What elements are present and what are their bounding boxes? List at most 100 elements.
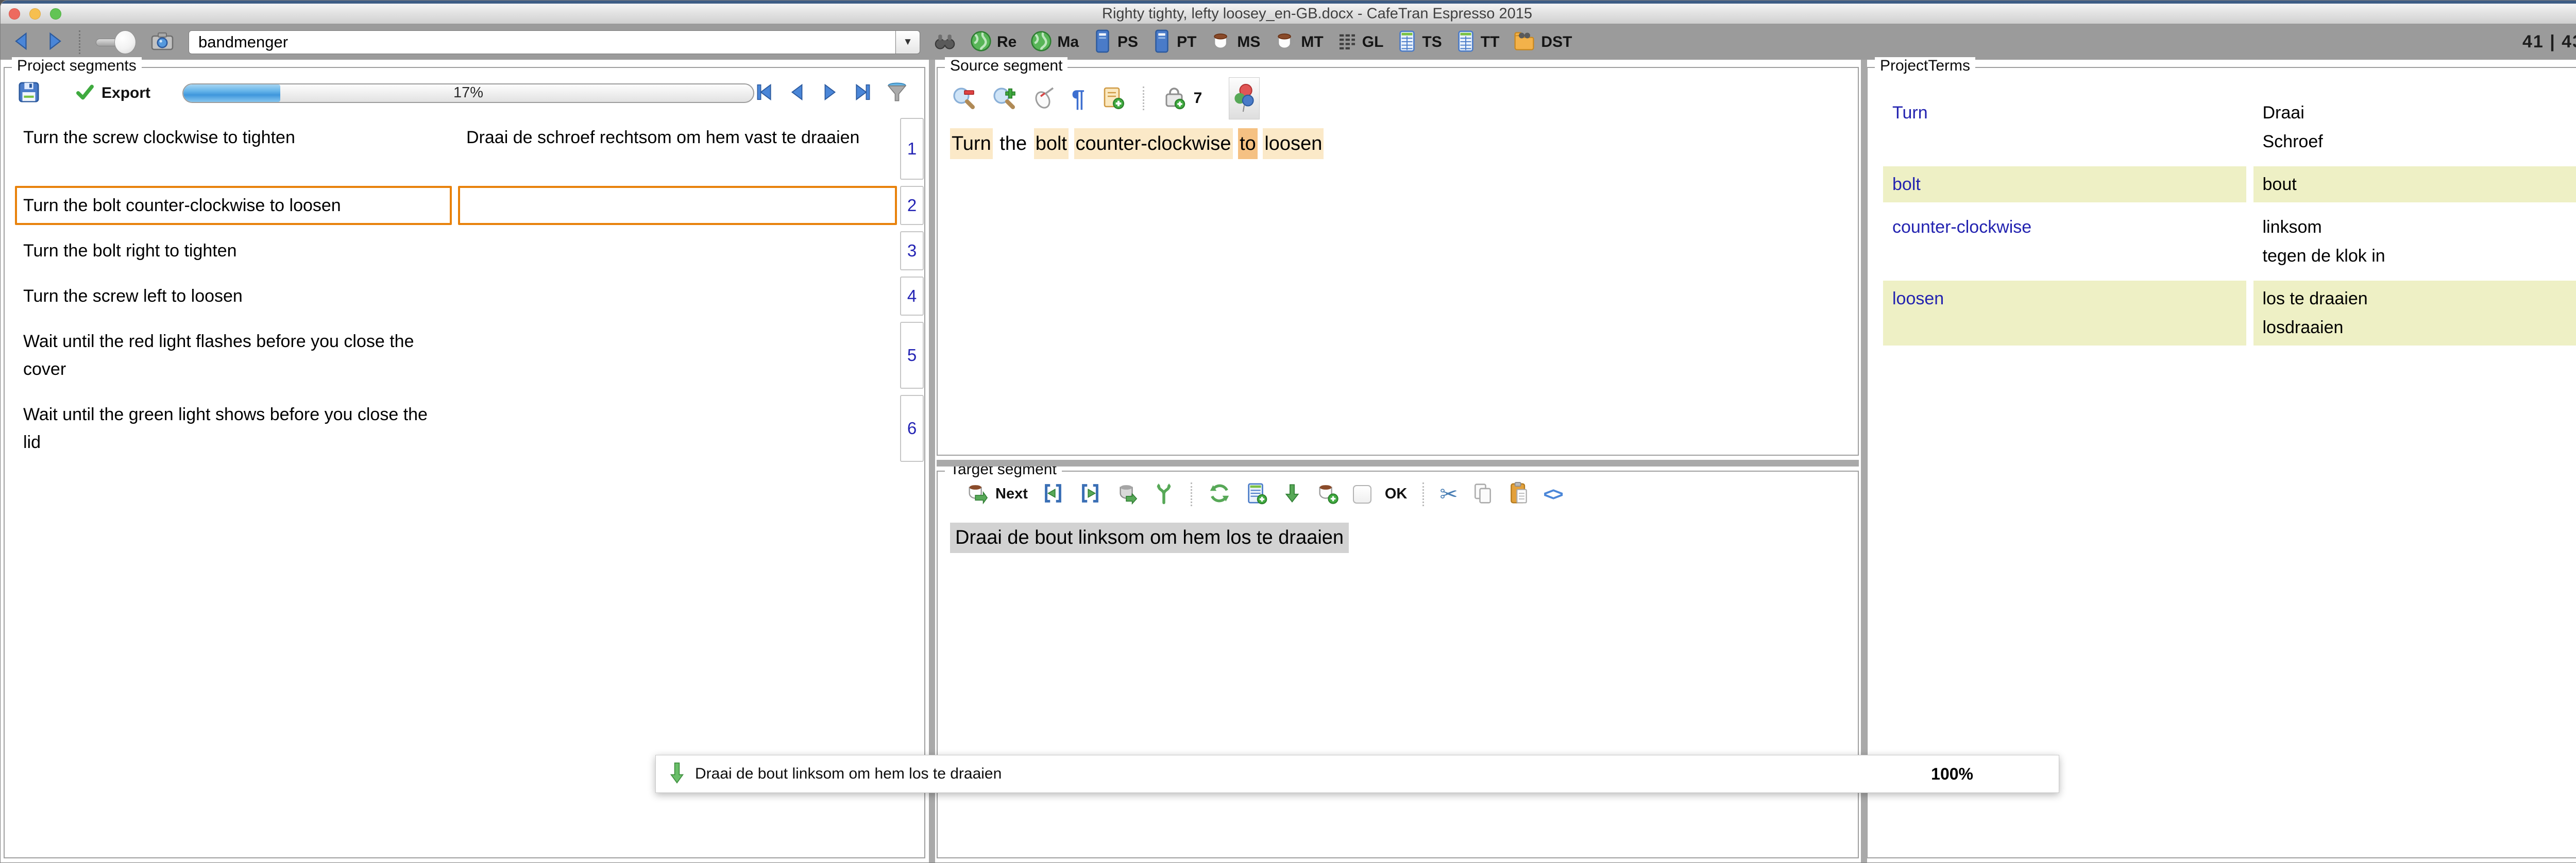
translate-segment-button[interactable] <box>1115 481 1139 507</box>
segment-number[interactable]: 2 <box>900 186 924 225</box>
search-dropdown-button[interactable]: ▼ <box>895 30 920 54</box>
forward-button[interactable] <box>45 31 63 53</box>
toolbar-button-dst[interactable]: DST <box>1513 30 1572 54</box>
vertical-splitter[interactable] <box>929 60 935 862</box>
target-cell[interactable] <box>458 277 897 316</box>
toolbar-button-gl[interactable]: GL <box>1337 31 1384 53</box>
paste-icon <box>1507 481 1530 507</box>
table-row[interactable]: Wait until the green light shows before … <box>15 395 924 462</box>
memory-matches-button[interactable] <box>1162 85 1187 112</box>
table-row[interactable]: Turn the screw left to loosen 4 <box>15 277 924 316</box>
resources-toggle-button[interactable] <box>1229 77 1260 119</box>
previous-segment-button[interactable] <box>787 82 807 103</box>
search-input[interactable] <box>189 30 895 54</box>
toggle-ball-icon <box>114 30 136 54</box>
new-fragment-button[interactable] <box>1100 85 1125 112</box>
vertical-splitter[interactable] <box>1861 60 1867 862</box>
table-row-active[interactable]: Turn the bolt counter-clockwise to loose… <box>15 186 924 225</box>
ok-checkbox[interactable] <box>1353 485 1371 504</box>
toolbar-button-re[interactable]: Re <box>970 30 1016 54</box>
term-target[interactable]: bout <box>2253 166 2576 202</box>
source-cell[interactable]: Wait until the red light flashes before … <box>15 322 452 389</box>
source-cell[interactable]: Turn the screw left to loosen <box>15 277 452 316</box>
mouse-dictation-button[interactable] <box>1031 85 1056 112</box>
toolbar-button-pt[interactable]: PT <box>1151 29 1196 55</box>
transfer-left-button[interactable] <box>1041 481 1065 507</box>
panel-title: ProjectTerms <box>1875 57 1975 75</box>
chevron-down-icon: ▼ <box>903 37 913 48</box>
toolbar-button-label: DST <box>1541 33 1572 51</box>
target-cell[interactable] <box>458 322 897 389</box>
copy-button[interactable] <box>1471 481 1494 507</box>
table-row[interactable]: Turn the bolt right to tighten 3 <box>15 231 924 270</box>
target-cell[interactable] <box>458 395 897 462</box>
source-cell[interactable]: Turn the screw clockwise to tighten <box>15 118 452 180</box>
term-source[interactable]: loosen <box>1883 281 2246 346</box>
term-source[interactable]: bolt <box>1883 166 2246 202</box>
segment-number[interactable]: 5 <box>900 322 924 389</box>
tags-button[interactable]: <> <box>1544 484 1562 505</box>
target-editor[interactable]: Draai de bout linksom om hem los te draa… <box>938 510 1858 553</box>
refresh-button[interactable] <box>1208 481 1231 507</box>
zoom-in-button[interactable] <box>991 85 1016 112</box>
save-button[interactable] <box>17 80 41 106</box>
forward-icon <box>45 31 63 53</box>
transfer-right-button[interactable] <box>1078 481 1102 507</box>
table-row[interactable]: Turn the screw clockwise to tighten Draa… <box>15 118 924 180</box>
attach-toggle[interactable] <box>96 29 136 55</box>
cut-button[interactable]: ✂ <box>1439 484 1458 505</box>
toolbar-button-ma[interactable]: Ma <box>1030 30 1079 54</box>
toolbar-button-mt[interactable]: MT <box>1274 30 1323 54</box>
toolbar-button-ms[interactable]: MS <box>1210 30 1260 54</box>
toolbar-button-label: TS <box>1422 33 1442 51</box>
segment-number[interactable]: 1 <box>900 118 924 180</box>
first-icon <box>754 82 774 103</box>
term-target[interactable]: los te draaien losdraaien <box>2253 281 2576 346</box>
down-arrow-icon <box>1282 481 1302 507</box>
back-button[interactable] <box>13 31 31 53</box>
source-cell[interactable]: Wait until the green light shows before … <box>15 395 452 462</box>
term-source[interactable]: Turn <box>1883 95 2246 160</box>
horizontal-splitter[interactable] <box>937 460 1859 467</box>
pilcrow-icon: ¶ <box>1072 87 1085 110</box>
target-cell[interactable] <box>458 231 897 270</box>
toolbar-button-ps[interactable]: PS <box>1092 29 1138 55</box>
pilcrow-button[interactable]: ¶ <box>1072 87 1085 110</box>
cup-icon <box>1210 30 1232 54</box>
segment-number[interactable]: 3 <box>900 231 924 270</box>
split-segment-button[interactable] <box>1153 481 1175 507</box>
paste-button[interactable] <box>1507 481 1530 507</box>
source-cell[interactable]: Turn the bolt right to tighten <box>15 231 452 270</box>
insert-arrow-icon <box>669 762 685 786</box>
source-segment-text: Turn the bolt counter-clockwise to loose… <box>938 123 1858 155</box>
next-button[interactable]: Next <box>965 481 1028 507</box>
target-cell[interactable] <box>458 186 897 225</box>
globe-icon <box>970 30 992 54</box>
next-segment-button[interactable] <box>820 82 840 103</box>
screenshot-button[interactable] <box>149 30 175 54</box>
target-segment-text[interactable]: Draai de bout linksom om hem los te draa… <box>950 523 1349 553</box>
project-terms-panel: ProjectTerms Turn Draai Schroef bolt bou… <box>1867 67 2576 858</box>
add-to-memory-button[interactable] <box>1316 481 1340 507</box>
term-target-variant: los te draaien <box>2263 284 2576 313</box>
last-segment-button[interactable] <box>853 82 873 103</box>
table-row[interactable]: Wait until the red light flashes before … <box>15 322 924 389</box>
zoom-out-button[interactable] <box>951 85 976 112</box>
toolbar-button-tt[interactable]: TT <box>1455 29 1500 55</box>
term-source[interactable]: counter-clockwise <box>1883 209 2246 274</box>
toolbar-button-ts[interactable]: TS <box>1397 29 1442 55</box>
segment-number[interactable]: 6 <box>900 395 924 462</box>
insert-match-button[interactable] <box>1282 481 1302 507</box>
term-target[interactable]: Draai Schroef <box>2253 95 2576 160</box>
export-button[interactable]: Export <box>75 82 150 104</box>
source-cell[interactable]: Turn the bolt counter-clockwise to loose… <box>15 186 452 225</box>
segment-number[interactable]: 4 <box>900 277 924 316</box>
target-cell[interactable]: Draai de schroef rechtsom om hem vast te… <box>458 118 897 180</box>
find-button[interactable] <box>934 31 956 53</box>
match-bar[interactable]: Draai de bout linksom om hem los te draa… <box>655 755 2059 793</box>
first-segment-button[interactable] <box>754 82 774 103</box>
add-to-glossary-button[interactable] <box>1245 481 1268 507</box>
window-title: Righty tighty, lefty loosey_en-GB.docx -… <box>1 5 2576 22</box>
filter-button[interactable] <box>886 81 908 105</box>
term-target[interactable]: linksom tegen de klok in <box>2253 209 2576 274</box>
